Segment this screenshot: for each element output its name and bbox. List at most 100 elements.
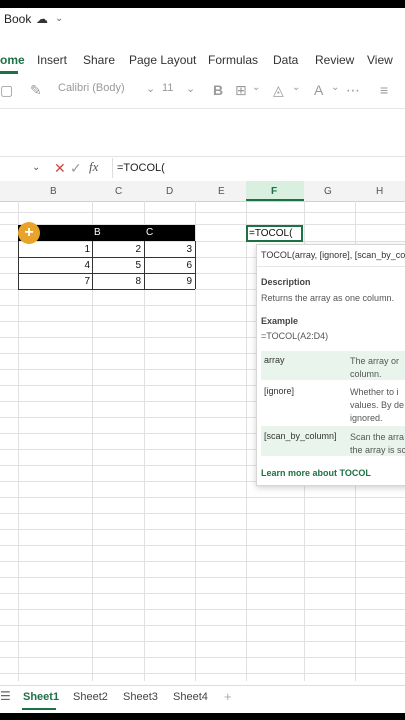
ribbon-spacer	[0, 109, 405, 156]
description-heading: Description	[261, 277, 311, 287]
table-border	[18, 241, 19, 289]
column-header-e[interactable]: E	[218, 186, 225, 197]
example-heading: Example	[261, 316, 299, 326]
chevron-down-icon[interactable]: ⌄	[331, 82, 339, 93]
grid-line	[0, 529, 405, 530]
tab-page-layout[interactable]: Page Layout	[129, 53, 196, 67]
cancel-icon[interactable]: ✕	[54, 160, 66, 177]
table-cell[interactable]: 2	[121, 244, 141, 255]
table-header-cell[interactable]: B	[94, 227, 101, 238]
table-border	[144, 241, 145, 289]
grid-line	[0, 212, 405, 213]
column-header-d[interactable]: D	[166, 186, 173, 197]
name-box-chevron-icon[interactable]: ⌄	[32, 162, 40, 173]
table-border	[18, 289, 195, 290]
format-painter-icon[interactable]: ✎	[30, 82, 42, 99]
grid-line	[0, 593, 405, 594]
learn-more-link[interactable]: Learn more about TOCOL	[261, 468, 371, 478]
argument-desc: Scan the arra	[350, 432, 405, 442]
sheet-menu-icon[interactable]: ☰	[0, 689, 11, 703]
clipboard-icon[interactable]: ▢	[0, 82, 13, 99]
table-header-cell[interactable]: C	[146, 227, 153, 238]
grid-line	[0, 513, 405, 514]
argument-desc: values. By de	[350, 400, 405, 410]
description-text: Returns the array as one column.	[261, 293, 395, 303]
enter-check-icon[interactable]: ✓	[70, 160, 82, 177]
table-cell[interactable]: 5	[121, 260, 141, 271]
column-header-f[interactable]: F	[271, 186, 277, 197]
grid-line	[0, 241, 405, 242]
cell-select-cursor-icon: +	[18, 222, 40, 244]
tab-insert[interactable]: Insert	[37, 53, 67, 67]
table-border	[18, 273, 195, 274]
table-cell[interactable]: 6	[172, 260, 192, 271]
sheet-tab-1[interactable]: Sheet1	[23, 691, 59, 703]
cloud-sync-icon: ☁	[36, 12, 48, 26]
grid-line	[0, 577, 405, 578]
argument-name: [ignore]	[264, 386, 295, 396]
column-header-c[interactable]: C	[115, 186, 122, 197]
tooltip-divider	[257, 266, 405, 267]
table-border	[92, 241, 93, 289]
column-header-h[interactable]: H	[376, 186, 383, 197]
tab-home[interactable]: ome	[0, 53, 25, 67]
chevron-down-icon[interactable]: ⌄	[252, 82, 260, 93]
table-border	[195, 241, 196, 289]
argument-desc: The array or	[350, 356, 400, 366]
argument-name: array	[264, 355, 285, 365]
font-color-icon[interactable]: A	[314, 82, 323, 98]
grid-line	[0, 657, 405, 658]
chevron-down-icon: ⌄	[186, 83, 196, 95]
sheet-tab-4[interactable]: Sheet4	[173, 691, 208, 703]
table-cell[interactable]: 1	[70, 244, 90, 255]
column-header-b[interactable]: B	[50, 186, 57, 197]
table-border	[18, 257, 195, 258]
active-sheet-indicator	[22, 708, 56, 710]
table-cell[interactable]: 7	[70, 276, 90, 287]
column-header-g[interactable]: G	[324, 186, 332, 197]
align-icon[interactable]: ≡	[380, 82, 388, 98]
bottom-band	[0, 713, 405, 720]
active-cell[interactable]: =TOCOL(	[246, 225, 303, 242]
formula-input[interactable]: =TOCOL(	[112, 158, 405, 178]
tab-review[interactable]: Review	[315, 53, 354, 67]
argument-desc: the array is sc	[350, 445, 405, 455]
grid-line	[0, 545, 405, 546]
bold-icon[interactable]: B	[213, 82, 223, 98]
sheet-tab-2[interactable]: Sheet2	[73, 691, 108, 703]
grid-line	[0, 609, 405, 610]
insert-function-icon[interactable]: fx	[89, 159, 98, 175]
grid-line	[0, 625, 405, 626]
example-text: =TOCOL(A2:D4)	[261, 331, 329, 341]
font-size-value: 11	[162, 82, 174, 94]
tab-data[interactable]: Data	[273, 53, 298, 67]
sheet-tab-3[interactable]: Sheet3	[123, 691, 158, 703]
chevron-down-icon[interactable]: ⌄	[292, 82, 300, 93]
table-cell[interactable]: 4	[70, 260, 90, 271]
tab-view[interactable]: View	[367, 53, 393, 67]
grid-line	[0, 673, 405, 674]
argument-name: [scan_by_column]	[264, 431, 337, 441]
table-header-row	[18, 225, 195, 241]
ribbon-tabs: ome Insert Share Page Layout Formulas Da…	[0, 46, 405, 74]
argument-desc: ignored.	[350, 413, 383, 423]
table-cell[interactable]: 8	[121, 276, 141, 287]
active-tab-indicator	[0, 71, 18, 74]
borders-icon[interactable]: ⊞	[235, 82, 247, 99]
font-size-selector[interactable]: 11 ⌄	[162, 82, 202, 102]
more-icon[interactable]: ⋯	[346, 82, 360, 99]
argument-desc: Whether to i	[350, 387, 399, 397]
tab-share[interactable]: Share	[83, 53, 115, 67]
tab-formulas[interactable]: Formulas	[208, 53, 258, 67]
add-sheet-button[interactable]: +	[224, 689, 232, 704]
table-cell[interactable]: 3	[172, 244, 192, 255]
font-selector[interactable]: Calibri (Body) ⌄	[58, 82, 156, 102]
document-title[interactable]: Book	[4, 12, 31, 26]
fill-color-icon[interactable]: ◬	[273, 82, 284, 99]
chevron-down-icon[interactable]: ⌄	[55, 13, 63, 24]
chevron-down-icon: ⌄	[146, 83, 156, 95]
grid-line	[0, 641, 405, 642]
argument-desc: column.	[350, 369, 382, 379]
font-name: Calibri (Body)	[58, 82, 125, 94]
table-cell[interactable]: 9	[172, 276, 192, 287]
